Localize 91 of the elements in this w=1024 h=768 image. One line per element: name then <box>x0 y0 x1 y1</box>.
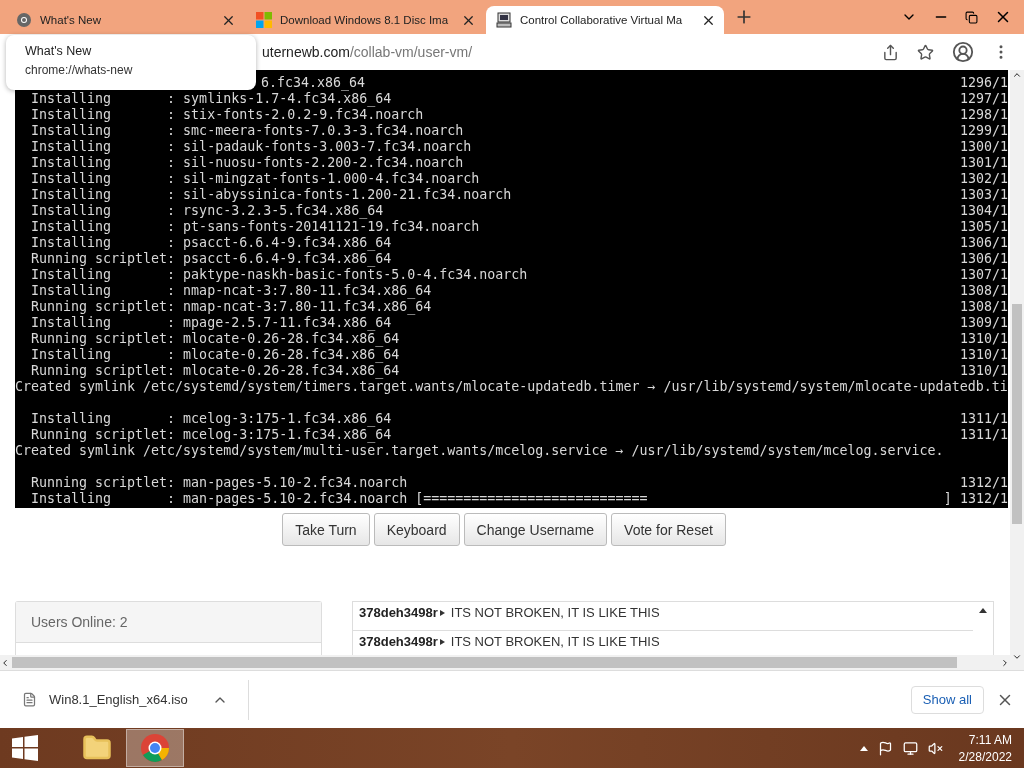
bookmark-star-icon[interactable] <box>917 43 934 61</box>
terminal-counter: 1308/1 <box>959 283 1008 299</box>
terminal-line: Installing : sil-abyssinica-fonts-1.200-21.fc34.noarch <box>30 187 512 203</box>
terminal-counter: 1297/1 <box>959 91 1008 107</box>
browser-tab[interactable]: Control Collaborative Virtual Ma <box>486 6 724 34</box>
terminal-line: Installing : mcelog-3:175-1.fc34.x86_64 <box>30 411 392 427</box>
terminal-line: Installing : stix-fonts-2.0.2-9.fc34.noarch <box>30 107 424 123</box>
terminal-line: 6.fc34.x86_64 <box>261 75 366 91</box>
terminal-line: Running scriptlet: mlocate-0.26-28.fc34.x86_64 <box>30 331 400 347</box>
terminal-line: Installing : psacct-6.6.4-9.fc34.x86_64 <box>30 235 392 251</box>
vertical-scrollbar[interactable] <box>1010 70 1024 670</box>
terminal-line: Running scriptlet: psacct-6.6.4-9.fc34.x86_64 <box>30 251 392 267</box>
terminal-counter: 1311/1 <box>959 411 1008 427</box>
file-icon <box>22 692 37 707</box>
scroll-up-icon[interactable] <box>1012 70 1022 80</box>
caret-up-icon[interactable] <box>859 745 868 751</box>
horizontal-scrollbar[interactable] <box>0 655 1010 670</box>
terminal-line: Installing : smc-meera-fonts-7.0.3-3.fc34.noarch <box>30 123 464 139</box>
chat-message: ITS NOT BROKEN, IT IS LIKE THIS <box>450 605 660 620</box>
restore-icon[interactable] <box>965 10 978 24</box>
terminal-line: Installing : nmap-ncat-3:7.80-11.fc34.x86_64 <box>30 283 432 299</box>
terminal-counter: 1308/1 <box>959 299 1008 315</box>
terminal-line: Installing : mlocate-0.26-28.fc34.x86_64 <box>30 347 400 363</box>
terminal-counter: 1310/1 <box>959 347 1008 363</box>
terminal-line: Installing : mpage-2.5.7-11.fc34.x86_64 <box>30 315 392 331</box>
scroll-down-icon[interactable] <box>1012 652 1022 662</box>
caret-icon <box>439 638 445 645</box>
terminal-counter: 1299/1 <box>959 123 1008 139</box>
terminal-line: Running scriptlet: man-pages-5.10-2.fc34.noarch <box>30 475 408 491</box>
profile-icon[interactable] <box>952 41 974 63</box>
chrome-icon <box>140 733 170 763</box>
vm-control-button[interactable]: Keyboard <box>373 513 460 546</box>
show-all-button[interactable]: Show all <box>910 685 984 714</box>
chrome-icon <box>16 12 32 28</box>
network-icon[interactable] <box>902 740 918 756</box>
terminal-line: Running scriptlet: mcelog-3:175-1.fc34.x86_64 <box>30 427 392 443</box>
terminal-counter: 1305/1 <box>959 219 1008 235</box>
terminal-counter: 1307/1 <box>959 267 1008 283</box>
vm-control-button[interactable]: Take Turn <box>282 513 370 546</box>
chat-message: ITS NOT BROKEN, IT IS LIKE THIS <box>450 634 660 649</box>
share-icon[interactable] <box>882 43 899 61</box>
terminal-line: Installing : symlinks-1.7-4.fc34.x86_64 <box>30 91 392 107</box>
terminal-counter: 1296/1 <box>959 75 1008 91</box>
terminal-line: Running scriptlet: mlocate-0.26-28.fc34.x86_64 <box>30 363 400 379</box>
scroll-left-icon[interactable] <box>0 657 10 668</box>
chat-username[interactable]: 378deh3498r <box>359 605 438 620</box>
terminal-counter: 1312/1 <box>959 491 1008 507</box>
windows-start-icon[interactable] <box>12 735 38 761</box>
users-online-heading: Users Online: 2 <box>16 602 321 643</box>
terminal-counter: 1306/1 <box>959 235 1008 251</box>
terminal-line: Installing : sil-mingzat-fonts-1.000-4.fc34.noarch <box>30 171 480 187</box>
terminal-line: Installing : pt-sans-fonts-20141121-19.fc34.noarch <box>30 219 480 235</box>
terminal-line: Created symlink /etc/systemd/system/multi-user.target.wants/mcelog.service → /usr/lib/systemd/system/mcelog.service. <box>15 443 944 459</box>
tooltip-url: chrome://whats-new <box>25 63 134 77</box>
clock-date[interactable]: 2/28/2022 <box>958 749 1012 764</box>
terminal-line: Installing : sil-padauk-fonts-3.003-7.fc34.noarch <box>30 139 472 155</box>
terminal-counter: 1306/1 <box>959 251 1008 267</box>
terminal-counter: 1310/1 <box>959 331 1008 347</box>
download-filename[interactable]: Win8.1_English_x64.iso <box>49 692 200 707</box>
terminal-counter: 1302/1 <box>959 171 1008 187</box>
terminal-counter: 1300/1 <box>959 139 1008 155</box>
chat-username[interactable]: 378deh3498r <box>359 634 438 649</box>
muted-speaker-icon[interactable] <box>927 740 943 756</box>
tooltip-title: What's New <box>25 44 93 58</box>
taskbar-app[interactable] <box>126 729 184 767</box>
scroll-up-icon[interactable] <box>979 608 987 613</box>
browser-tab[interactable]: What's New <box>6 6 244 34</box>
terminal-counter: 1301/1 <box>959 155 1008 171</box>
terminal-counter: 1310/1 <box>959 363 1008 379</box>
caret-icon <box>439 609 445 616</box>
address-bar-url[interactable]: uternewb.com/collab-vm/user-vm/ <box>262 44 864 60</box>
terminal-line: Installing : sil-nuosu-fonts-2.200-2.fc34.noarch <box>30 155 464 171</box>
browser-tab[interactable]: Download Windows 8.1 Disc Ima <box>246 6 484 34</box>
windows-logo-icon <box>256 12 272 28</box>
terminal-counter: 1298/1 <box>959 107 1008 123</box>
flag-icon[interactable] <box>877 740 893 756</box>
clock-time[interactable]: 7:11 AM <box>968 732 1012 747</box>
vm-control-button[interactable]: Change Username <box>463 513 608 546</box>
scroll-right-icon[interactable] <box>1000 657 1010 668</box>
computer-icon <box>496 12 512 28</box>
terminal-counter: 1303/1 <box>959 187 1008 203</box>
terminal-counter: 1311/1 <box>959 427 1008 443</box>
terminal-line: Running scriptlet: nmap-ncat-3:7.80-11.fc34.x86_64 <box>30 299 432 315</box>
vm-control-button[interactable]: Vote for Reset <box>611 513 726 546</box>
terminal-line: Installing : paktype-naskh-basic-fonts-5.0-4.fc34.noarch <box>30 267 528 283</box>
terminal-line: Installing : rsync-3.2.3-5.fc34.x86_64 <box>30 203 384 219</box>
terminal-counter: 1309/1 <box>959 315 1008 331</box>
terminal-counter: 1304/1 <box>959 203 1008 219</box>
terminal-line: Created symlink /etc/systemd/system/timers.target.wants/mlocate-updatedb.timer → /usr/lib/systemd/system/mlocate-updatedb.ti <box>15 379 1008 395</box>
terminal-line: Installing : man-pages-5.10-2.fc34.noarch [============================ ] <box>30 491 952 507</box>
terminal-counter: 1312/1 <box>959 475 1008 491</box>
